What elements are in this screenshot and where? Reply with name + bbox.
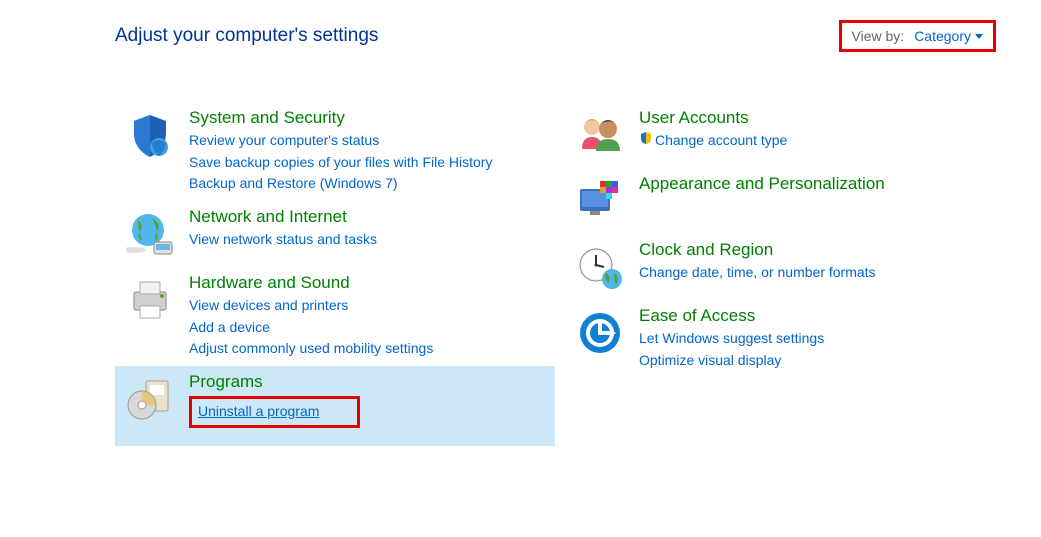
clock-globe-icon bbox=[573, 240, 627, 294]
user-accounts-title[interactable]: User Accounts bbox=[639, 108, 787, 128]
category-hardware: Hardware and Sound View devices and prin… bbox=[115, 267, 555, 366]
programs-title[interactable]: Programs bbox=[189, 372, 360, 392]
link-mobility[interactable]: Adjust commonly used mobility settings bbox=[189, 338, 433, 360]
right-column: User Accounts Change account type bbox=[565, 102, 945, 446]
people-icon bbox=[573, 108, 627, 162]
page-title: Adjust your computer's settings bbox=[115, 25, 378, 47]
view-by-value-text: Category bbox=[914, 28, 971, 44]
chevron-down-icon bbox=[975, 34, 983, 39]
view-by-label: View by: bbox=[852, 28, 905, 44]
link-suggest-settings[interactable]: Let Windows suggest settings bbox=[639, 328, 824, 350]
clock-title[interactable]: Clock and Region bbox=[639, 240, 876, 260]
globe-icon bbox=[123, 207, 177, 261]
left-column: System and Security Review your computer… bbox=[115, 102, 555, 446]
disc-box-icon bbox=[123, 372, 177, 426]
monitor-swatch-icon bbox=[573, 174, 627, 228]
category-programs: Programs Uninstall a program bbox=[115, 366, 555, 446]
category-system-security: System and Security Review your computer… bbox=[115, 102, 555, 201]
category-clock: Clock and Region Change date, time, or n… bbox=[565, 234, 945, 300]
system-security-title[interactable]: System and Security bbox=[189, 108, 492, 128]
link-optimize-display[interactable]: Optimize visual display bbox=[639, 350, 824, 372]
printer-icon bbox=[123, 273, 177, 327]
network-title[interactable]: Network and Internet bbox=[189, 207, 377, 227]
link-uninstall-program[interactable]: Uninstall a program bbox=[189, 396, 360, 428]
shield-icon bbox=[123, 108, 177, 162]
uac-shield-icon bbox=[639, 131, 653, 145]
link-change-account-type-text: Change account type bbox=[655, 132, 787, 148]
appearance-title[interactable]: Appearance and Personalization bbox=[639, 174, 885, 194]
hardware-title[interactable]: Hardware and Sound bbox=[189, 273, 433, 293]
ease-title[interactable]: Ease of Access bbox=[639, 306, 824, 326]
link-change-account-type[interactable]: Change account type bbox=[639, 130, 787, 152]
category-ease: Ease of Access Let Windows suggest setti… bbox=[565, 300, 945, 377]
ease-of-access-icon bbox=[573, 306, 627, 360]
view-by-control: View by: Category bbox=[839, 20, 996, 52]
category-user-accounts: User Accounts Change account type bbox=[565, 102, 945, 168]
link-review-status[interactable]: Review your computer's status bbox=[189, 130, 492, 152]
view-by-dropdown[interactable]: Category bbox=[914, 28, 983, 44]
link-file-history[interactable]: Save backup copies of your files with Fi… bbox=[189, 152, 492, 174]
category-network: Network and Internet View network status… bbox=[115, 201, 555, 267]
category-appearance: Appearance and Personalization bbox=[565, 168, 945, 234]
link-devices-printers[interactable]: View devices and printers bbox=[189, 295, 433, 317]
link-backup-restore[interactable]: Backup and Restore (Windows 7) bbox=[189, 173, 492, 195]
link-date-time-formats[interactable]: Change date, time, or number formats bbox=[639, 262, 876, 284]
link-add-device[interactable]: Add a device bbox=[189, 317, 433, 339]
link-network-status[interactable]: View network status and tasks bbox=[189, 229, 377, 251]
